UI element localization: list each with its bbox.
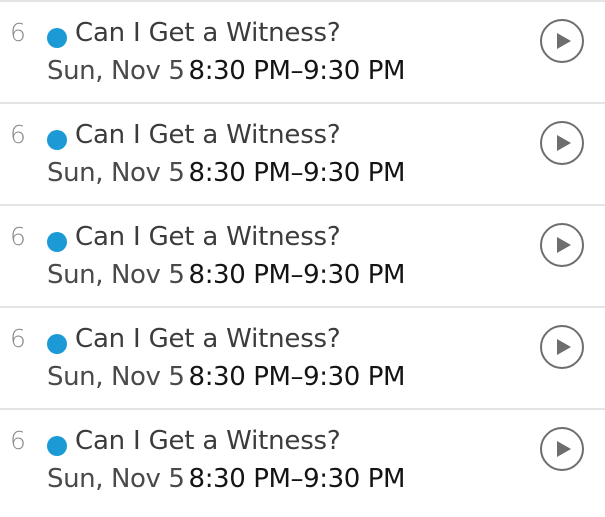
episode-title: Can I Get a Witness? bbox=[75, 18, 341, 48]
episode-number: 6 bbox=[10, 426, 26, 455]
episode-title: Can I Get a Witness? bbox=[75, 324, 341, 354]
play-button[interactable] bbox=[540, 223, 584, 267]
episode-list: 6 Can I Get a Witness? Sun, Nov 5 8:30 PM… bbox=[0, 0, 605, 517]
status-dot-icon bbox=[47, 28, 67, 48]
status-dot-icon bbox=[47, 130, 67, 150]
airtime: Sun, Nov 5 8:30 PM–9:30 PM bbox=[47, 157, 405, 189]
play-icon bbox=[556, 441, 571, 457]
episode-number: 6 bbox=[10, 324, 26, 353]
air-time: 8:30 PM–9:30 PM bbox=[188, 260, 406, 290]
episode-number: 6 bbox=[10, 120, 26, 149]
episode-row[interactable]: 6 Can I Get a Witness? Sun, Nov 5 8:30 PM… bbox=[0, 308, 605, 410]
play-icon bbox=[556, 339, 571, 355]
episode-title: Can I Get a Witness? bbox=[75, 222, 341, 252]
air-time: 8:30 PM–9:30 PM bbox=[188, 158, 406, 188]
airtime: Sun, Nov 5 8:30 PM–9:30 PM bbox=[47, 361, 405, 393]
air-time: 8:30 PM–9:30 PM bbox=[188, 362, 406, 392]
play-icon bbox=[556, 237, 571, 253]
air-time: 8:30 PM–9:30 PM bbox=[188, 56, 406, 86]
episode-number: 6 bbox=[10, 222, 26, 251]
status-dot-icon bbox=[47, 334, 67, 354]
airtime: Sun, Nov 5 8:30 PM–9:30 PM bbox=[47, 463, 405, 495]
play-button[interactable] bbox=[540, 325, 584, 369]
play-icon bbox=[556, 135, 571, 151]
air-date: Sun, Nov 5 bbox=[47, 260, 185, 290]
episode-row[interactable]: 6 Can I Get a Witness? Sun, Nov 5 8:30 PM… bbox=[0, 206, 605, 308]
status-dot-icon bbox=[47, 232, 67, 252]
episode-row[interactable]: 6 Can I Get a Witness? Sun, Nov 5 8:30 PM… bbox=[0, 104, 605, 206]
episode-row[interactable]: 6 Can I Get a Witness? Sun, Nov 5 8:30 PM… bbox=[0, 410, 605, 512]
air-date: Sun, Nov 5 bbox=[47, 56, 185, 86]
air-date: Sun, Nov 5 bbox=[47, 158, 185, 188]
episode-title: Can I Get a Witness? bbox=[75, 120, 341, 150]
air-date: Sun, Nov 5 bbox=[47, 362, 185, 392]
air-time: 8:30 PM–9:30 PM bbox=[188, 464, 406, 494]
play-button[interactable] bbox=[540, 19, 584, 63]
episode-title: Can I Get a Witness? bbox=[75, 426, 341, 456]
air-date: Sun, Nov 5 bbox=[47, 464, 185, 494]
play-button[interactable] bbox=[540, 427, 584, 471]
status-dot-icon bbox=[47, 436, 67, 456]
play-button[interactable] bbox=[540, 121, 584, 165]
airtime: Sun, Nov 5 8:30 PM–9:30 PM bbox=[47, 55, 405, 87]
airtime: Sun, Nov 5 8:30 PM–9:30 PM bbox=[47, 259, 405, 291]
play-icon bbox=[556, 33, 571, 49]
episode-row[interactable]: 6 Can I Get a Witness? Sun, Nov 5 8:30 PM… bbox=[0, 2, 605, 104]
episode-number: 6 bbox=[10, 18, 26, 47]
